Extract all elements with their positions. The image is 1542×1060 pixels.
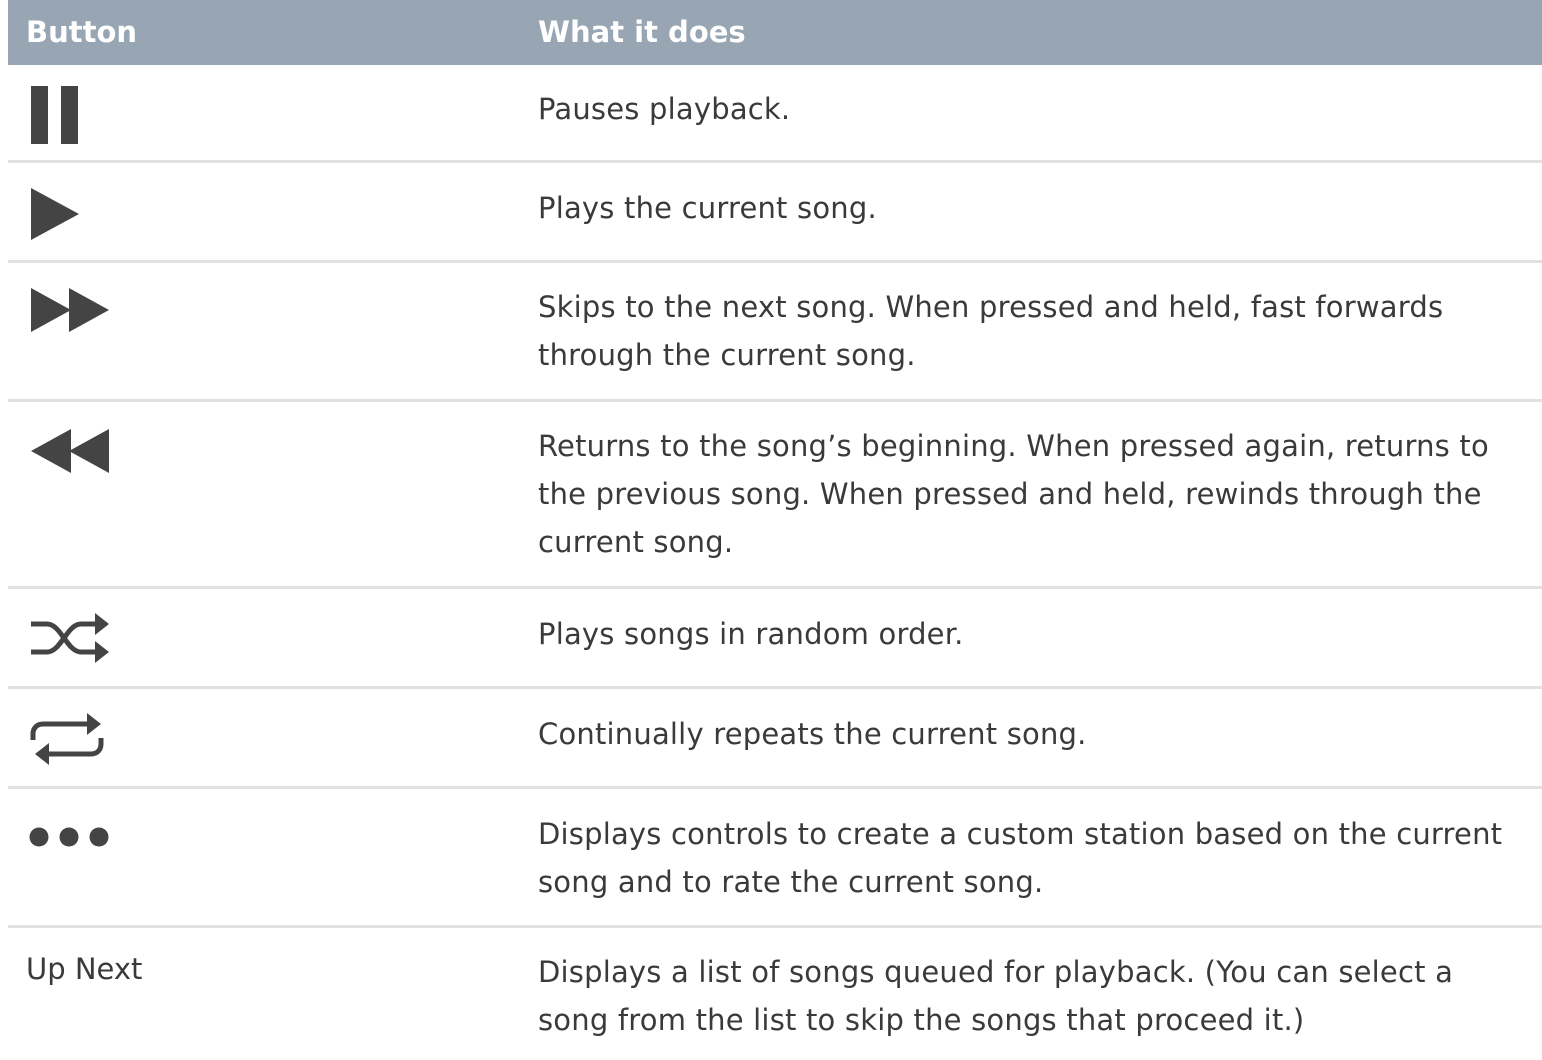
table-row: Plays songs in random order. <box>8 589 1542 689</box>
table-row: Continually repeats the current song. <box>8 689 1542 789</box>
table-row: Returns to the song’s beginning. When pr… <box>8 402 1542 589</box>
table-row: Displays controls to create a custom sta… <box>8 789 1542 928</box>
up-next-label: Up Next <box>26 952 143 986</box>
row-description: Skips to the next song. When pressed and… <box>538 290 1444 372</box>
button-cell <box>26 65 506 160</box>
table-header: Button What it does <box>8 0 1542 65</box>
header-button-column: Button <box>26 15 138 49</box>
rewind-icon <box>31 429 109 473</box>
button-cell <box>26 589 506 686</box>
row-description: Displays controls to create a custom sta… <box>538 817 1503 899</box>
button-cell <box>26 402 506 586</box>
button-cell <box>26 263 506 399</box>
more-icon <box>29 827 109 847</box>
button-cell <box>26 789 506 925</box>
fast-forward-icon <box>31 288 109 332</box>
play-icon <box>31 188 79 240</box>
button-cell <box>26 689 506 786</box>
header-description-column: What it does <box>538 15 746 49</box>
repeat-icon <box>30 713 104 765</box>
row-description: Pauses playback. <box>538 92 791 126</box>
table-row: Up Next Displays a list of songs queued … <box>8 928 1542 1058</box>
row-description: Plays the current song. <box>538 191 877 225</box>
row-description: Displays a list of songs queued for play… <box>538 955 1454 1037</box>
button-cell <box>26 163 506 260</box>
table-row: Pauses playback. <box>8 65 1542 163</box>
row-description: Continually repeats the current song. <box>538 717 1087 751</box>
button-cell: Up Next <box>26 928 506 1058</box>
controls-table: Button What it does Pauses playback. Pla… <box>8 0 1542 1058</box>
table-row: Plays the current song. <box>8 163 1542 263</box>
pause-icon <box>31 86 78 144</box>
row-description: Plays songs in random order. <box>538 617 964 651</box>
table-row: Skips to the next song. When pressed and… <box>8 263 1542 402</box>
row-description: Returns to the song’s beginning. When pr… <box>538 429 1489 559</box>
shuffle-icon <box>31 613 109 663</box>
